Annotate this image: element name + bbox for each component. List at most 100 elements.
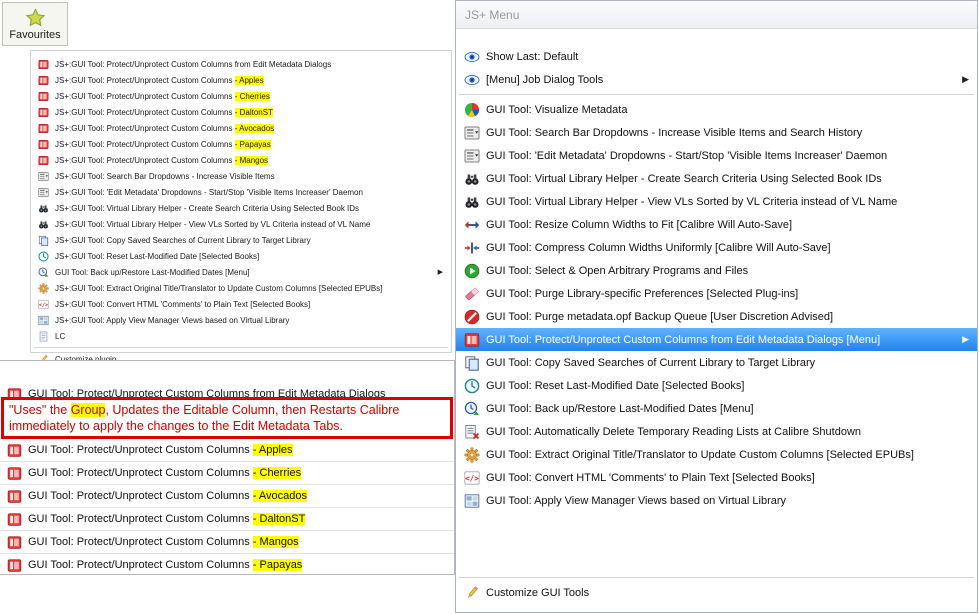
menu-item-label: JS+:GUI Tool: Protect/Unprotect Custom C…: [55, 123, 275, 133]
menu-item[interactable]: GUI Tool: Purge Library-specific Prefere…: [456, 282, 977, 305]
menu-item[interactable]: GUI Tool: 'Edit Metadata' Dropdowns - St…: [456, 144, 977, 167]
menu-item[interactable]: JS+:GUI Tool: Protect/Unprotect Custom C…: [31, 120, 451, 136]
menu-item-label: Customize GUI Tools: [486, 586, 590, 599]
window-title: JS+ Menu: [465, 7, 520, 22]
clipped-menu-item[interactable]: GUI Tool: Protect/Unprotect Custom Colum…: [0, 383, 454, 397]
menu-item[interactable]: GUI Tool: Back up/Restore Last-Modified …: [456, 397, 977, 420]
menu-item[interactable]: GUI Tool: Purge metadata.opf Backup Queu…: [456, 305, 977, 328]
menu-item[interactable]: Show Last: Default: [456, 45, 977, 68]
menu-item[interactable]: GUI Tool: Protect/Unprotect Custom Colum…: [0, 485, 454, 508]
menu-item-label: JS+:GUI Tool: 'Edit Metadata' Dropdowns …: [55, 187, 363, 197]
protect-icon: [7, 387, 22, 397]
menu-item[interactable]: GUI Tool: Apply View Manager Views based…: [456, 489, 977, 512]
menu-item-label: JS+:GUI Tool: Protect/Unprotect Custom C…: [55, 91, 270, 101]
menu-item[interactable]: JS+:GUI Tool: Protect/Unprotect Custom C…: [31, 72, 451, 88]
pie-icon: [464, 102, 480, 118]
highlighted-text: - DaltonST: [252, 513, 306, 525]
resize-icon: [464, 217, 480, 233]
menu-item[interactable]: GUI Tool: Protect/Unprotect Custom Colum…: [0, 508, 454, 531]
star-icon: [25, 7, 46, 28]
protect-icon: [7, 558, 22, 573]
menu-item[interactable]: </> GUI Tool: Convert HTML 'Comments' to …: [456, 466, 977, 489]
menu-item[interactable]: GUI Tool: Back up/Restore Last-Modified …: [31, 264, 451, 280]
protect-icon: [7, 489, 22, 504]
menu-item[interactable]: GUI Tool: Protect/Unprotect Custom Colum…: [0, 383, 454, 397]
menu-item-label: JS+:GUI Tool: Apply View Manager Views b…: [55, 315, 290, 325]
protect-icon: [38, 91, 49, 102]
menu-item-label: GUI Tool: Protect/Unprotect Custom Colum…: [28, 444, 293, 456]
protect-icon: [38, 75, 49, 86]
submenu-arrow-icon: ▶: [437, 268, 443, 276]
menu-item-label: GUI Tool: Protect/Unprotect Custom Colum…: [28, 388, 386, 397]
menu-item[interactable]: JS+:GUI Tool: Protect/Unprotect Custom C…: [31, 56, 451, 72]
menu-item[interactable]: GUI Tool: Protect/Unprotect Custom Colum…: [0, 554, 454, 574]
menu-item[interactable]: JS+:GUI Tool: Protect/Unprotect Custom C…: [31, 88, 451, 104]
gear-icon: [38, 282, 49, 294]
menu-item[interactable]: [Menu] Job Dialog Tools ▶: [456, 68, 977, 91]
dropdown-icon: [38, 187, 49, 198]
protect-icon: [38, 59, 49, 70]
gear-icon: [464, 447, 480, 463]
protect-icon: [38, 155, 49, 166]
highlighted-text: - Mangos: [252, 536, 299, 548]
fruit-menu-panel: GUI Tool: Protect/Unprotect Custom Colum…: [0, 360, 455, 575]
binoculars-icon: [464, 171, 480, 187]
js-menu-titlebar[interactable]: JS+ Menu: [456, 1, 977, 29]
menu-item-label: JS+:GUI Tool: Protect/Unprotect Custom C…: [55, 139, 271, 149]
menu-item[interactable]: GUI Tool: Virtual Library Helper - View …: [456, 190, 977, 213]
menu-item[interactable]: GUI Tool: Reset Last-Modified Date [Sele…: [456, 374, 977, 397]
protect-icon: [38, 139, 49, 150]
highlighted-text: - Apples: [252, 444, 293, 456]
binoculars-icon: [38, 219, 49, 230]
menu-item[interactable]: Customize GUI Tools: [456, 581, 977, 604]
highlighted-text: - Cherries: [252, 467, 302, 479]
submenu-arrow-icon: ▶: [962, 74, 969, 84]
menu-item-label: GUI Tool: Protect/Unprotect Custom Colum…: [28, 536, 299, 548]
menu-item-label: JS+:GUI Tool: Protect/Unprotect Custom C…: [55, 59, 332, 69]
menu-item[interactable]: JS+:GUI Tool: Reset Last-Modified Date […: [31, 248, 451, 264]
menu-item[interactable]: GUI Tool: Protect/Unprotect Custom Colum…: [0, 439, 454, 462]
protect-icon: [7, 535, 22, 550]
highlighted-text: - Apples: [234, 75, 264, 85]
menu-item[interactable]: GUI Tool: Automatically Delete Temporary…: [456, 420, 977, 443]
highlighted-text: - DaltonST: [234, 107, 273, 117]
menu-item[interactable]: JS+:GUI Tool: Copy Saved Searches of Cur…: [31, 232, 451, 248]
annotation-line-2: immediately to apply the changes to the …: [9, 419, 343, 433]
menu-item[interactable]: GUI Tool: Select & Open Arbitrary Progra…: [456, 259, 977, 282]
menu-item[interactable]: GUI Tool: Protect/Unprotect Custom Colum…: [0, 531, 454, 554]
menu-item[interactable]: JS+:GUI Tool: Virtual Library Helper - C…: [31, 200, 451, 216]
menu-item[interactable]: GUI Tool: Resize Column Widths to Fit [C…: [456, 213, 977, 236]
menu-item[interactable]: GUI Tool: Search Bar Dropdowns - Increas…: [456, 121, 977, 144]
pencil-icon: [464, 585, 480, 601]
menu-spacer: [456, 512, 977, 574]
binoculars-icon: [38, 203, 49, 214]
favourites-button[interactable]: Favourites: [2, 2, 68, 46]
menu-item-label: GUI Tool: Search Bar Dropdowns - Increas…: [486, 126, 863, 139]
menu-item[interactable]: JS+:GUI Tool: Search Bar Dropdowns - Inc…: [31, 168, 451, 184]
code-icon: </>: [464, 470, 480, 486]
menu-item[interactable]: JS+:GUI Tool: Protect/Unprotect Custom C…: [31, 136, 451, 152]
menu-item[interactable]: </> JS+:GUI Tool: Convert HTML 'Comments'…: [31, 296, 451, 312]
menu-item[interactable]: JS+:GUI Tool: Protect/Unprotect Custom C…: [31, 152, 451, 168]
menu-item[interactable]: GUI Tool: Virtual Library Helper - Creat…: [456, 167, 977, 190]
annotation-text-post: , Updates the Editable Column, then Rest…: [105, 403, 400, 417]
menu-item-label: JS+:GUI Tool: Protect/Unprotect Custom C…: [55, 107, 273, 117]
menu-item[interactable]: JS+:GUI Tool: 'Edit Metadata' Dropdowns …: [31, 184, 451, 200]
grid-icon: [38, 315, 49, 326]
menu-item[interactable]: JS+:GUI Tool: Extract Original Title/Tra…: [31, 280, 451, 296]
menu-item[interactable]: JS+:GUI Tool: Apply View Manager Views b…: [31, 312, 451, 328]
menu-item[interactable]: GUI Tool: Compress Column Widths Uniform…: [456, 236, 977, 259]
menu-item[interactable]: JS+:GUI Tool: Virtual Library Helper - V…: [31, 216, 451, 232]
menu-item[interactable]: GUI Tool: Copy Saved Searches of Current…: [456, 351, 977, 374]
menu-item-label: JS+:GUI Tool: Convert HTML 'Comments' to…: [55, 299, 311, 309]
menu-item-label: GUI Tool: Resize Column Widths to Fit [C…: [486, 218, 793, 231]
favourites-label: Favourites: [9, 28, 61, 41]
menu-item[interactable]: GUI Tool: Extract Original Title/Transla…: [456, 443, 977, 466]
protect-icon: [7, 512, 22, 527]
menu-item[interactable]: GUI Tool: Protect/Unprotect Custom Colum…: [0, 462, 454, 485]
menu-item[interactable]: GUI Tool: Visualize Metadata: [456, 98, 977, 121]
menu-item[interactable]: JS+:GUI Tool: Protect/Unprotect Custom C…: [31, 104, 451, 120]
menu-item-selected[interactable]: GUI Tool: Protect/Unprotect Custom Colum…: [456, 328, 977, 351]
annotation-line-1: "Uses" the Group, Updates the Editable C…: [9, 402, 445, 418]
menu-item[interactable]: LC: [31, 328, 451, 344]
